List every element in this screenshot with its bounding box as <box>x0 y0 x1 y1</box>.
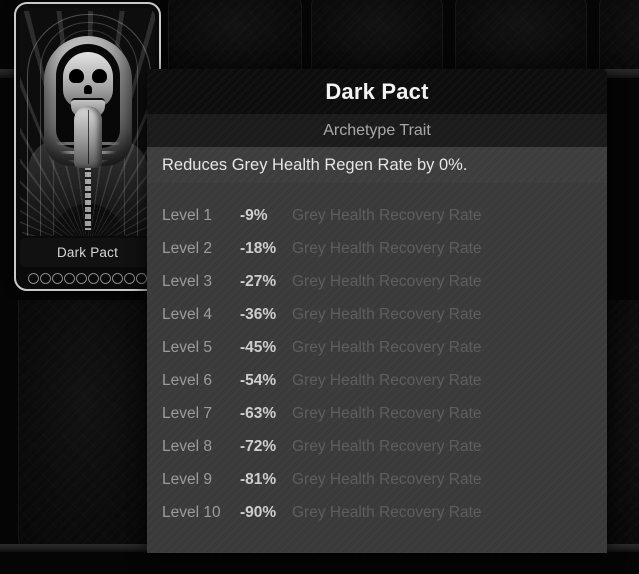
card-pip-8 <box>112 273 123 284</box>
tooltip-level-row: Level 8-72%Grey Health Recovery Rate <box>147 430 607 463</box>
card-pip-6 <box>88 273 99 284</box>
card-artwork <box>20 8 155 236</box>
card-pip-4 <box>64 273 75 284</box>
card-pip-9 <box>124 273 135 284</box>
level-value: -27% <box>240 273 292 291</box>
tooltip-level-row: Level 7-63%Grey Health Recovery Rate <box>147 397 607 430</box>
card-pip-10 <box>136 273 147 284</box>
skull-eye-left <box>69 69 84 83</box>
level-effect: Grey Health Recovery Rate <box>292 372 607 390</box>
spine-icon <box>85 158 91 230</box>
level-effect: Grey Health Recovery Rate <box>292 240 607 258</box>
tooltip-level-row: Level 3-27%Grey Health Recovery Rate <box>147 265 607 298</box>
level-label: Level 10 <box>162 504 240 522</box>
empty-card-slot-top-4[interactable] <box>599 0 639 71</box>
level-value: -81% <box>240 471 292 489</box>
tooltip-level-list: Level 1-9%Grey Health Recovery RateLevel… <box>147 183 607 553</box>
tooltip-level-row: Level 9-81%Grey Health Recovery Rate <box>147 463 607 496</box>
empty-card-slot-top-1[interactable] <box>168 0 302 71</box>
level-label: Level 4 <box>162 306 240 324</box>
skull-nose <box>84 85 92 94</box>
card-pip-5 <box>76 273 87 284</box>
level-label: Level 8 <box>162 438 240 456</box>
tooltip-level-row: Level 1-9%Grey Health Recovery Rate <box>147 199 607 232</box>
slot-texture <box>600 0 639 71</box>
level-effect: Grey Health Recovery Rate <box>292 405 607 423</box>
level-value: -36% <box>240 306 292 324</box>
tooltip-description: Reduces Grey Health Regen Rate by 0%. <box>147 147 607 183</box>
empty-card-slot-top-2[interactable] <box>311 0 443 71</box>
level-label: Level 5 <box>162 339 240 357</box>
tooltip-level-row: Level 5-45%Grey Health Recovery Rate <box>147 331 607 364</box>
tooltip-level-row: Level 2-18%Grey Health Recovery Rate <box>147 232 607 265</box>
level-effect: Grey Health Recovery Rate <box>292 339 607 357</box>
tooltip-level-row: Level 4-36%Grey Health Recovery Rate <box>147 298 607 331</box>
level-effect: Grey Health Recovery Rate <box>292 471 607 489</box>
card-level-pips <box>20 270 155 287</box>
empty-card-slot-top-3[interactable] <box>455 0 587 71</box>
level-value: -72% <box>240 438 292 456</box>
card-pip-2 <box>40 273 51 284</box>
level-effect: Grey Health Recovery Rate <box>292 438 607 456</box>
trait-tooltip: Dark Pact Archetype Trait Reduces Grey H… <box>147 69 607 553</box>
praying-hands-icon <box>74 106 102 168</box>
level-effect: Grey Health Recovery Rate <box>292 273 607 291</box>
level-value: -18% <box>240 240 292 258</box>
level-effect: Grey Health Recovery Rate <box>292 207 607 225</box>
skull-eye-right <box>92 69 107 83</box>
level-label: Level 7 <box>162 405 240 423</box>
slot-texture <box>19 300 151 550</box>
level-label: Level 1 <box>162 207 240 225</box>
tooltip-level-row: Level 10-90%Grey Health Recovery Rate <box>147 496 607 529</box>
level-label: Level 3 <box>162 273 240 291</box>
tooltip-title: Dark Pact <box>147 69 607 114</box>
empty-card-slot-bottom-1[interactable] <box>18 300 152 551</box>
level-label: Level 6 <box>162 372 240 390</box>
level-effect: Grey Health Recovery Rate <box>292 306 607 324</box>
slot-texture <box>169 0 301 71</box>
trait-card-dark-pact[interactable]: Dark Pact <box>14 2 161 291</box>
card-pip-7 <box>100 273 111 284</box>
level-value: -9% <box>240 207 292 225</box>
slot-texture <box>312 0 442 71</box>
skull-icon <box>63 52 113 108</box>
level-label: Level 2 <box>162 240 240 258</box>
tooltip-subtitle: Archetype Trait <box>147 114 607 147</box>
slot-texture <box>456 0 586 71</box>
card-name-label: Dark Pact <box>20 238 155 267</box>
tooltip-level-row: Level 6-54%Grey Health Recovery Rate <box>147 364 607 397</box>
level-value: -45% <box>240 339 292 357</box>
level-value: -54% <box>240 372 292 390</box>
card-pip-3 <box>52 273 63 284</box>
level-label: Level 9 <box>162 471 240 489</box>
level-value: -90% <box>240 504 292 522</box>
level-value: -63% <box>240 405 292 423</box>
level-effect: Grey Health Recovery Rate <box>292 504 607 522</box>
card-pip-1 <box>28 273 39 284</box>
